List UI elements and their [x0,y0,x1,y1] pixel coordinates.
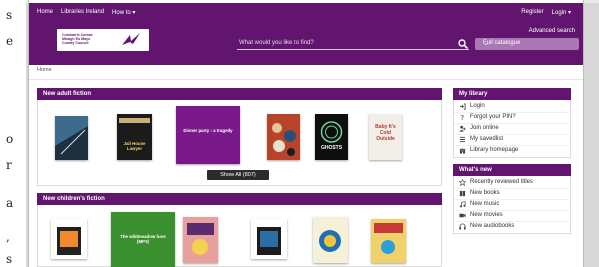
audiobook-cover[interactable] [251,219,287,259]
cd-case-art [57,227,81,255]
menu-label: My savedlist [470,136,504,142]
catalogue-select[interactable]: Full catalogue ⌄ [475,38,579,50]
logo-text: Comhairle Contae Mhaigh Eo Mayo County C… [62,33,93,46]
menu-label: New music [470,201,500,207]
book-title: Dinner party : a tragedy [183,128,233,134]
menu-recently-reviewed[interactable]: Recently reviewed titles [454,177,572,188]
book-title: The wildmeadow hare (MP3) [120,234,166,244]
book-cover[interactable] [267,114,300,160]
advanced-search-link[interactable]: Advanced search [529,28,575,34]
menu-new-movies[interactable]: New movies [454,210,572,221]
menu-join-online[interactable]: Join online [454,123,572,134]
account-nav: Register Login ▾ [521,9,571,16]
cd-case-art [257,227,281,255]
star-icon [459,179,466,186]
search-placeholder: What would you like to find? [239,40,314,46]
crop-letter: s [6,252,13,266]
show-all-button[interactable]: Show All (807) [207,170,269,180]
login-icon [459,103,466,110]
chevron-down-icon: ⌄ [483,40,489,47]
breadcrumb[interactable]: Home [37,67,52,73]
login-menu[interactable]: Login ▾ [552,9,571,16]
divider [29,79,583,80]
menu-new-books[interactable]: New books [454,188,572,199]
book-cover-placeholder[interactable]: Dinner party : a tragedy [176,106,240,164]
book-icon [459,190,466,197]
crop-letter: r [6,158,12,172]
crop-letter: s [6,8,13,22]
book-cover[interactable] [55,116,88,160]
nav-how-to[interactable]: How to ▾ [112,9,135,16]
top-nav: Home Libraries Ireland How to ▾ [37,9,135,16]
crop-letter: a [6,196,14,210]
search-input[interactable]: What would you like to find? [237,39,469,50]
book-cover[interactable]: GHOSTS [315,114,348,160]
library-page: Home Libraries Ireland How to ▾ Register… [28,0,584,267]
book-art [320,121,343,143]
svg-text:?: ? [460,114,464,121]
menu-label: New movies [470,212,503,218]
menu-library-homepage[interactable]: Library homepage [454,145,572,156]
user-plus-icon [459,125,466,132]
left-cropped-text: s e o r a , s [0,0,26,267]
book-cover-placeholder[interactable]: The wildmeadow hare (MP3) [111,212,175,267]
crop-letter: o [6,132,14,146]
film-icon [459,213,466,218]
register-link[interactable]: Register [521,9,543,16]
menu-label: Join online [470,125,499,131]
book-art [183,217,218,263]
adult-fiction-heading: New adult fiction [37,88,442,100]
book-art [267,114,300,160]
search-icon[interactable] [457,38,469,50]
nav-home[interactable]: Home [37,9,53,16]
music-icon [459,201,466,208]
menu-label: New books [470,190,500,196]
bird-logo-icon [122,33,140,45]
book-cover[interactable] [371,219,406,263]
crop-letter: , [6,230,10,244]
menu-label: Forgot your PIN? [470,114,516,120]
book-cover[interactable] [313,217,348,263]
menu-new-music[interactable]: New music [454,199,572,210]
book-art [55,116,88,160]
book-title: GHOSTS [320,145,343,152]
menu-savedlist[interactable]: My savedlist [454,134,572,145]
list-icon [459,136,466,143]
menu-forgot-pin[interactable]: ? Forgot your PIN? [454,112,572,123]
childrens-fiction-heading: New children's fiction [37,193,442,205]
audiobook-cover[interactable] [51,219,87,259]
menu-label: Library homepage [470,147,519,153]
book-cover[interactable]: Baby It's Cold Outside [369,114,402,160]
my-library-heading: My library [453,88,571,100]
book-cover[interactable]: Jail House Lawyer [117,114,152,160]
whats-new-heading: What's new [453,164,571,176]
building-icon [459,148,466,154]
crop-letter: e [6,34,14,48]
headphones-icon [459,223,466,230]
browser-frame: Home Libraries Ireland How to ▾ Register… [26,0,599,267]
site-header: Home Libraries Ireland How to ▾ Register… [29,3,583,65]
menu-label: Recently reviewed titles [470,179,534,185]
book-title: Baby It's Cold Outside [375,124,396,143]
whats-new-menu: Recently reviewed titles New books New m… [453,176,572,234]
book-art [313,217,348,263]
menu-label: Login [470,103,485,109]
council-logo[interactable]: Comhairle Contae Mhaigh Eo Mayo County C… [57,29,149,51]
menu-login[interactable]: Login [454,101,572,112]
book-cover[interactable] [183,217,218,263]
nav-libraries-ireland[interactable]: Libraries Ireland [61,9,104,16]
menu-label: New audiobooks [470,223,515,229]
book-art [371,219,406,263]
book-title: Jail House Lawyer [123,140,146,151]
menu-new-audiobooks[interactable]: New audiobooks [454,221,572,232]
my-library-menu: Login ? Forgot your PIN? Join online My … [453,100,572,158]
book-title-band [119,118,150,123]
question-icon: ? [460,114,464,121]
